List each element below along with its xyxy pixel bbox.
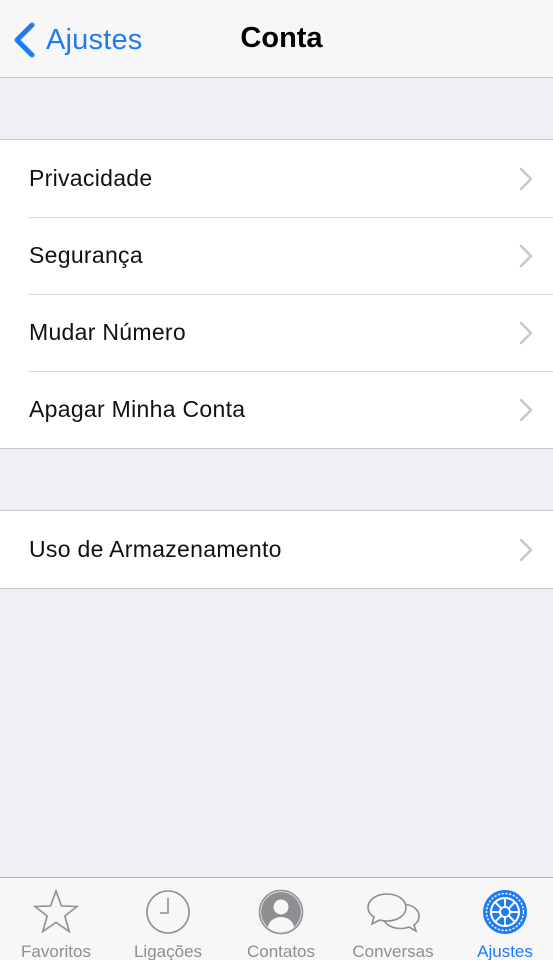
tab-label: Favoritos bbox=[21, 942, 91, 960]
chevron-right-icon bbox=[519, 321, 533, 345]
gear-icon bbox=[483, 890, 527, 934]
row-privacy[interactable]: Privacidade bbox=[0, 140, 553, 217]
person-icon bbox=[258, 889, 304, 935]
navigation-bar: Ajustes Conta bbox=[0, 0, 553, 78]
chevron-right-icon bbox=[519, 167, 533, 191]
row-delete-account[interactable]: Apagar Minha Conta bbox=[0, 371, 553, 448]
screen: Ajustes Conta Privacidade Segurança Muda… bbox=[0, 0, 553, 960]
tab-label: Ligações bbox=[133, 942, 203, 960]
clock-icon bbox=[146, 890, 190, 934]
page-title: Conta bbox=[240, 22, 323, 54]
tab-chats[interactable]: Conversas bbox=[338, 878, 448, 960]
row-storage-usage[interactable]: Uso de Armazenamento bbox=[0, 511, 553, 588]
tab-contacts[interactable]: Contatos bbox=[226, 878, 336, 960]
tab-label: Contatos bbox=[246, 942, 316, 960]
tab-label: Conversas bbox=[352, 942, 434, 960]
chevron-right-icon bbox=[519, 398, 533, 422]
row-change-number[interactable]: Mudar Número bbox=[0, 294, 553, 371]
tab-bar: Favoritos Ligações Contatos Conversas Aj… bbox=[0, 877, 553, 960]
chevron-right-icon bbox=[519, 538, 533, 562]
chevron-right-icon bbox=[519, 244, 533, 268]
tab-label: Ajustes bbox=[477, 942, 533, 960]
settings-group-account: Privacidade Segurança Mudar Número Apaga… bbox=[0, 139, 553, 449]
row-label: Mudar Número bbox=[29, 319, 186, 345]
tab-favorites[interactable]: Favoritos bbox=[1, 878, 111, 960]
row-security[interactable]: Segurança bbox=[0, 217, 553, 294]
row-label: Segurança bbox=[29, 242, 143, 268]
row-label: Privacidade bbox=[29, 165, 153, 191]
star-icon bbox=[32, 888, 80, 934]
chat-bubbles-icon bbox=[367, 893, 420, 933]
row-label: Apagar Minha Conta bbox=[29, 396, 246, 422]
settings-group-storage: Uso de Armazenamento bbox=[0, 510, 553, 589]
tab-calls[interactable]: Ligações bbox=[113, 878, 223, 960]
tab-settings[interactable]: Ajustes bbox=[450, 878, 553, 960]
row-label: Uso de Armazenamento bbox=[29, 536, 282, 562]
